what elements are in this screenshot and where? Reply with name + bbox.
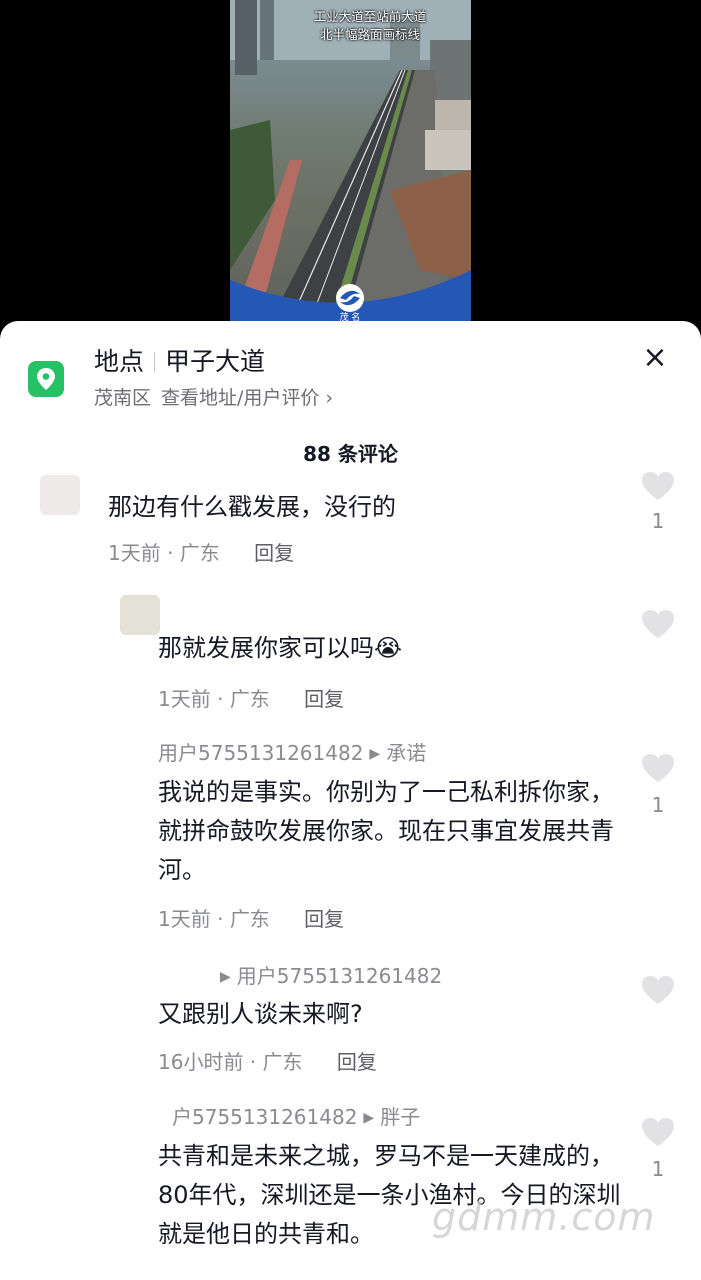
comment-username[interactable]: 用户5755131261482	[158, 741, 363, 765]
heart-icon	[642, 1118, 674, 1146]
heart-icon	[642, 754, 674, 782]
comment-username-line: 户5755131261482 ▶ 胖子	[172, 1101, 420, 1130]
like-button[interactable]	[641, 975, 675, 1009]
video-caption-line2: 北半幅路面画标线	[319, 27, 420, 42]
like-button[interactable]	[641, 753, 675, 787]
comment-username-line: 用户5755131261482 ▶ 承诺	[158, 737, 426, 766]
comment-reply-item: ▶ 用户5755131261482 又跟别人谈未来啊? 16小时前 · 广东 回复	[0, 951, 701, 1081]
comment-item: 那边有什么戳发展，没行的 1天前 · 广东 回复 1	[0, 461, 701, 571]
like-count: 1	[651, 1157, 665, 1181]
comment-time: 1天前	[158, 687, 211, 711]
comment-meta: 16小时前 · 广东 回复	[158, 1050, 377, 1074]
location-subtitle[interactable]: 茂南区 查看地址/用户评价 ›	[94, 385, 343, 411]
watermark: gdmm.com	[432, 1195, 656, 1239]
comment-reply-item: 那就发展你家可以吗😭 1天前 · 广东 回复	[0, 589, 701, 719]
avatar[interactable]	[40, 475, 80, 515]
like-count: 1	[651, 509, 665, 533]
comment-region: 广东	[262, 1050, 303, 1074]
comment-reply-item: 用户5755131261482 ▶ 承诺 我说的是事实。你别为了一己私利拆你家，就拼…	[0, 731, 701, 931]
video-frame[interactable]: 工业大道至站前大道 北半幅路面画标线 茂 名	[230, 0, 471, 322]
reply-to-username[interactable]: 用户5755131261482	[237, 964, 442, 988]
video-caption-line1: 工业大道至站前大道	[313, 9, 427, 24]
like-count: 1	[651, 793, 665, 817]
location-label: 地点	[94, 347, 145, 376]
reply-arrow-icon: ▶	[363, 1110, 375, 1126]
avatar[interactable]	[120, 595, 160, 635]
comment-region: 广东	[179, 541, 220, 565]
location-title[interactable]: 地点 甲子大道	[94, 345, 265, 379]
comment-text: 我说的是事实。你别为了一己私利拆你家，就拼命鼓吹发展你家。现在只事宜发展共青河。	[158, 778, 614, 884]
reply-button[interactable]: 回复	[337, 1050, 377, 1074]
reply-button[interactable]: 回复	[304, 687, 344, 711]
comment-meta: 1天前 · 广东 回复	[158, 687, 345, 711]
location-district: 茂南区	[94, 387, 152, 409]
like-button[interactable]	[641, 471, 675, 505]
comments-sheet: 地点 甲子大道 茂南区 查看地址/用户评价 › × 88 条评论 那边有什么戳发展…	[0, 321, 701, 1280]
video-area[interactable]: 工业大道至站前大道 北半幅路面画标线 茂 名	[0, 0, 701, 330]
comment-time: 1天前	[108, 541, 161, 565]
reply-button[interactable]: 回复	[254, 541, 294, 565]
comment-meta: 1天前 · 广东 回复	[108, 541, 295, 565]
comment-time: 1天前	[158, 907, 211, 931]
comment-username[interactable]: 户5755131261482	[172, 1105, 357, 1129]
reply-to-username[interactable]: 胖子	[380, 1105, 420, 1129]
reply-button[interactable]: 回复	[304, 907, 344, 931]
reply-to-username[interactable]: 承诺	[386, 741, 426, 765]
comment-text: 那就发展你家可以吗😭	[158, 634, 403, 662]
comment-region: 广东	[229, 687, 270, 711]
comment-region: 广东	[229, 907, 270, 931]
close-button[interactable]: ×	[640, 343, 670, 373]
location-pin-icon[interactable]	[28, 361, 64, 397]
road-aerial-image	[230, 0, 471, 322]
comment-text: 又跟别人谈未来啊?	[158, 1000, 363, 1028]
reply-arrow-icon: ▶	[220, 969, 231, 985]
comment-username-line: ▶ 用户5755131261482	[214, 960, 442, 989]
heart-icon	[642, 472, 674, 500]
location-name: 甲子大道	[165, 347, 266, 376]
comment-reply-item: 户5755131261482 ▶ 胖子 共青和是未来之城，罗马不是一天建成的，80年…	[0, 1093, 701, 1280]
heart-icon	[642, 610, 674, 638]
comment-meta: 1天前 · 广东 回复	[158, 907, 345, 931]
comment-text: 那边有什么戳发展，没行的	[108, 493, 396, 521]
station-logo: 茂 名	[330, 282, 370, 322]
like-button[interactable]	[641, 1117, 675, 1151]
close-icon: ×	[642, 340, 668, 375]
like-button[interactable]	[641, 609, 675, 643]
location-divider	[154, 352, 156, 372]
view-address-link[interactable]: 查看地址/用户评价 ›	[161, 387, 333, 409]
heart-icon	[642, 976, 674, 1004]
comment-time: 16小时前	[158, 1050, 244, 1074]
reply-arrow-icon: ▶	[369, 746, 381, 762]
video-caption: 工业大道至站前大道 北半幅路面画标线	[270, 8, 470, 44]
